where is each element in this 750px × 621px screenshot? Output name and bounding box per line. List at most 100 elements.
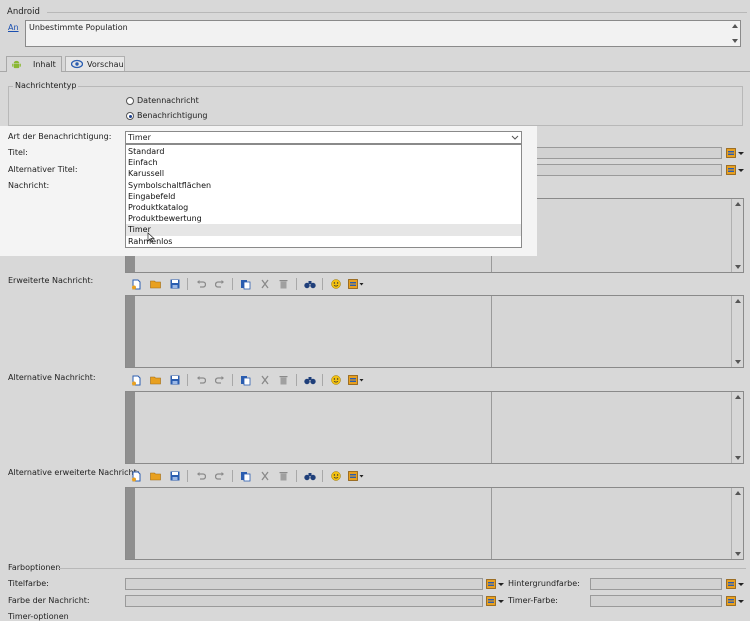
option-karussell[interactable]: Karussell (126, 168, 521, 179)
alt-title-personalize-dropdown-icon[interactable] (738, 169, 744, 172)
radio-datennachricht-label: Datennachricht (137, 96, 199, 105)
personalize-icon[interactable] (348, 470, 365, 483)
editor-scrollbar[interactable] (731, 488, 743, 559)
alt-extended-message-toolbar (130, 469, 371, 483)
title-personalize-dropdown-icon[interactable] (738, 152, 744, 155)
extended-message-editor[interactable] (125, 295, 744, 368)
save-icon[interactable] (168, 470, 181, 483)
toolbar-separator (232, 470, 233, 482)
timer-color-label: Timer-Farbe: (508, 596, 558, 605)
editor-gutter (126, 296, 135, 367)
option-einfach[interactable]: Einfach (126, 157, 521, 168)
section-title: Android (7, 7, 40, 17)
undo-icon[interactable] (194, 374, 207, 387)
delete-icon[interactable] (277, 278, 290, 291)
paste-icon[interactable] (239, 374, 252, 387)
option-produktbewertung[interactable]: Produktbewertung (126, 213, 521, 224)
tab-vorschau[interactable]: Vorschau (65, 56, 125, 71)
find-icon[interactable] (303, 278, 316, 291)
title-color-field[interactable] (125, 578, 483, 590)
emoji-icon[interactable] (329, 374, 342, 387)
personalize-icon[interactable] (348, 374, 365, 387)
android-icon (12, 60, 21, 69)
title-personalize-icon[interactable] (726, 148, 736, 158)
toolbar-separator (322, 278, 323, 290)
alt-extended-message-editor[interactable] (125, 487, 744, 560)
tab-inhalt[interactable]: Inhalt (6, 56, 62, 72)
delete-icon[interactable] (277, 470, 290, 483)
background-color-dropdown-icon[interactable] (738, 583, 744, 586)
tab-inhalt-label: Inhalt (33, 60, 56, 69)
option-rahmenlos[interactable]: Rahmenlos (126, 236, 521, 247)
cut-icon[interactable] (258, 374, 271, 387)
editor-scrollbar[interactable] (731, 296, 743, 367)
open-folder-icon[interactable] (149, 470, 162, 483)
emoji-icon[interactable] (329, 470, 342, 483)
redo-icon[interactable] (213, 374, 226, 387)
option-produktkatalog[interactable]: Produktkatalog (126, 202, 521, 213)
title-color-dropdown-icon[interactable] (498, 583, 504, 586)
paste-icon[interactable] (239, 278, 252, 291)
undo-icon[interactable] (194, 278, 207, 291)
message-type-legend: Nachrichtentyp (13, 81, 79, 90)
save-icon[interactable] (168, 278, 181, 291)
color-options-separator (58, 568, 746, 569)
redo-icon[interactable] (213, 470, 226, 483)
timer-color-picker-icon[interactable] (726, 596, 736, 606)
message-color-field[interactable] (125, 595, 483, 607)
message-type-group (8, 86, 743, 126)
undo-icon[interactable] (194, 470, 207, 483)
find-icon[interactable] (303, 374, 316, 387)
timer-color-dropdown-icon[interactable] (738, 600, 744, 603)
editor-scrollbar[interactable] (731, 199, 743, 272)
title-color-picker-icon[interactable] (486, 579, 496, 589)
new-doc-icon[interactable] (130, 470, 143, 483)
toolbar-separator (296, 470, 297, 482)
emoji-icon[interactable] (329, 278, 342, 291)
background-color-picker-icon[interactable] (726, 579, 736, 589)
toolbar-separator (232, 374, 233, 386)
scroll-down-icon (735, 265, 741, 269)
alt-message-editor[interactable] (125, 391, 744, 464)
option-eingabefeld[interactable]: Eingabefeld (126, 191, 521, 202)
editor-divider (491, 488, 492, 559)
radio-datennachricht[interactable] (126, 97, 134, 105)
notification-type-select[interactable]: Timer (125, 131, 522, 144)
option-standard[interactable]: Standard (126, 146, 521, 157)
audience-field[interactable]: Unbestimmte Population (25, 20, 741, 47)
notification-type-list[interactable]: Standard Einfach Karussell Symbolschaltf… (125, 144, 522, 248)
save-icon[interactable] (168, 374, 181, 387)
notification-type-selected: Timer (128, 133, 151, 142)
message-color-picker-icon[interactable] (486, 596, 496, 606)
new-doc-icon[interactable] (130, 278, 143, 291)
editor-scrollbar[interactable] (731, 392, 743, 463)
audience-scrollbar[interactable] (730, 21, 740, 46)
background-color-field[interactable] (590, 578, 722, 590)
scroll-down-icon (735, 456, 741, 460)
alt-title-personalize-icon[interactable] (726, 165, 736, 175)
scroll-down-icon (735, 360, 741, 364)
option-symbolschaltflaechen[interactable]: Symbolschaltflächen (126, 180, 521, 191)
radio-benachrichtigung-label: Benachrichtigung (137, 111, 208, 120)
alt-title-label: Alternativer Titel: (8, 165, 78, 174)
cut-icon[interactable] (258, 470, 271, 483)
timer-color-field[interactable] (590, 595, 722, 607)
radio-benachrichtigung[interactable] (126, 112, 134, 120)
paste-icon[interactable] (239, 470, 252, 483)
find-icon[interactable] (303, 470, 316, 483)
delete-icon[interactable] (277, 374, 290, 387)
alt-message-toolbar (130, 373, 371, 387)
message-color-dropdown-icon[interactable] (498, 600, 504, 603)
redo-icon[interactable] (213, 278, 226, 291)
open-folder-icon[interactable] (149, 374, 162, 387)
scroll-down-icon (735, 552, 741, 556)
option-timer[interactable]: Timer (126, 224, 521, 236)
audience-link[interactable]: An (8, 23, 19, 32)
title-color-label: Titelfarbe: (8, 579, 49, 588)
personalize-icon[interactable] (348, 278, 365, 291)
new-doc-icon[interactable] (130, 374, 143, 387)
tabs-baseline (0, 71, 750, 72)
alt-message-label: Alternative Nachricht: (8, 373, 96, 382)
cut-icon[interactable] (258, 278, 271, 291)
open-folder-icon[interactable] (149, 278, 162, 291)
